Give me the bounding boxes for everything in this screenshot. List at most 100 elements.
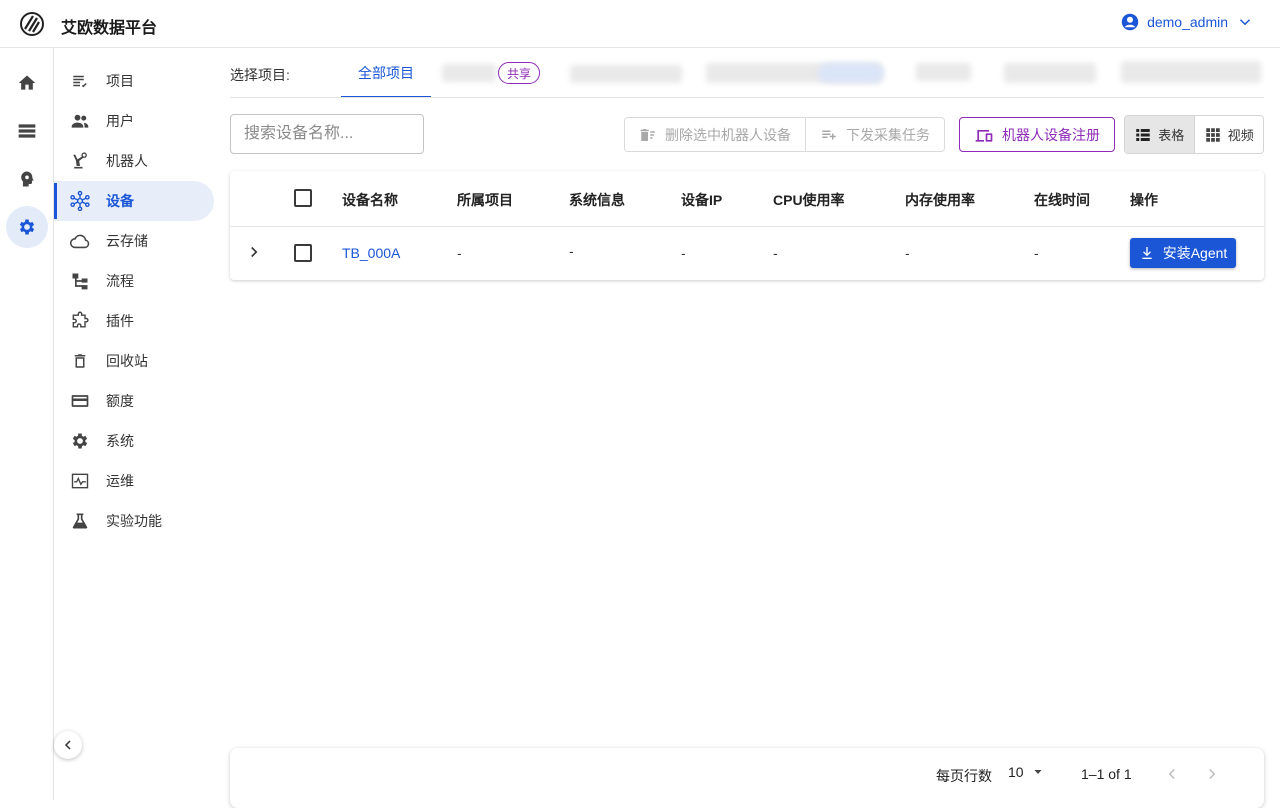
- rows-per-page-select[interactable]: 10: [1008, 764, 1044, 780]
- grid-view-icon: [1205, 127, 1220, 142]
- flask-icon: [68, 509, 92, 533]
- sidebar-item-devices[interactable]: 设备: [54, 181, 214, 221]
- top-bar: 艾欧数据平台 demo_admin: [0, 0, 1280, 48]
- column-header[interactable]: 设备IP: [681, 190, 722, 210]
- sidebar-item-label: 流程: [106, 273, 134, 289]
- column-header[interactable]: 在线时间: [1034, 190, 1090, 210]
- tab-project-redacted[interactable]: [442, 64, 496, 82]
- register-device-button[interactable]: 机器人设备注册: [959, 117, 1115, 152]
- column-header[interactable]: 系统信息: [569, 190, 625, 210]
- icon-rail: [0, 48, 54, 800]
- install-agent-label: 安装Agent: [1162, 245, 1228, 261]
- rail-home-button[interactable]: [6, 62, 48, 104]
- user-menu[interactable]: demo_admin: [1121, 13, 1254, 31]
- device-hub-icon: [68, 189, 92, 213]
- column-header[interactable]: 设备名称: [342, 190, 398, 210]
- rows-per-page-label: 每页行数: [936, 768, 992, 784]
- chevron-right-icon: [251, 246, 258, 258]
- sidebar-item-label: 系统: [106, 433, 134, 449]
- rail-storage-button[interactable]: [6, 110, 48, 152]
- sidebar-item-experimental[interactable]: 实验功能: [54, 501, 214, 541]
- app-logo-icon[interactable]: [20, 12, 44, 36]
- rail-ai-button[interactable]: [6, 158, 48, 200]
- select-all-checkbox[interactable]: [294, 189, 312, 207]
- sidebar-item-plugins[interactable]: 插件: [54, 301, 214, 341]
- device-online-cell: -: [1034, 245, 1039, 261]
- sidebar-item-label: 插件: [106, 313, 134, 329]
- sidebar-item-projects[interactable]: 项目: [54, 61, 214, 101]
- tab-project-redacted[interactable]: [570, 65, 682, 83]
- device-table: 设备名称 所属项目 系统信息 设备IP CPU使用率 内存使用率 在线时间 操作…: [230, 171, 1264, 280]
- sidebar-item-ops[interactable]: 运维: [54, 461, 214, 501]
- sidebar-item-quota[interactable]: 额度: [54, 381, 214, 421]
- sidebar-item-label: 项目: [106, 73, 134, 89]
- project-badge-redacted: [818, 63, 884, 83]
- view-table-button[interactable]: 表格: [1125, 116, 1194, 153]
- sidebar-item-cloud-storage[interactable]: 云存储: [54, 221, 214, 261]
- view-table-label: 表格: [1158, 128, 1185, 143]
- credit-card-icon: [68, 389, 92, 413]
- tab-all-projects[interactable]: 全部项目: [341, 50, 431, 98]
- side-nav: 项目 用户 机器人 设备 云存储 流程 插件 回收站 额度 系统 运维 实验功能: [54, 48, 220, 800]
- sidebar-item-label: 回收站: [106, 353, 148, 369]
- sidebar-item-recycle-bin[interactable]: 回收站: [54, 341, 214, 381]
- sidebar-item-system[interactable]: 系统: [54, 421, 214, 461]
- view-video-button[interactable]: 视频: [1193, 116, 1264, 153]
- column-header[interactable]: CPU使用率: [773, 190, 845, 210]
- page-range: 1–1 of 1: [1081, 766, 1132, 782]
- collapse-sidebar-button[interactable]: [54, 731, 82, 759]
- pagination-bar: 每页行数 10 1–1 of 1: [230, 748, 1264, 808]
- cloud-icon: [68, 229, 92, 253]
- sidebar-item-robots[interactable]: 机器人: [54, 141, 214, 181]
- column-header[interactable]: 内存使用率: [905, 190, 975, 210]
- playlist-add-icon: [822, 130, 836, 139]
- sidebar-item-users[interactable]: 用户: [54, 101, 214, 141]
- account-circle-icon: [1121, 13, 1139, 31]
- chevron-left-icon: [1168, 768, 1175, 780]
- register-device-label: 机器人设备注册: [1002, 126, 1100, 143]
- column-header: 操作: [1130, 192, 1158, 208]
- device-system-cell: -: [569, 243, 574, 259]
- delete-selected-button[interactable]: 删除选中机器人设备: [625, 118, 805, 151]
- install-agent-button[interactable]: 安装Agent: [1130, 238, 1236, 268]
- flow-icon: [68, 269, 92, 293]
- table-list-icon: [1136, 128, 1150, 141]
- share-badge: 共享: [498, 62, 541, 84]
- storage-icon: [18, 124, 36, 138]
- row-checkbox[interactable]: [294, 244, 312, 262]
- chevron-right-icon: [1209, 768, 1216, 780]
- project-select-label: 选择项目:: [230, 67, 290, 83]
- sidebar-item-label: 设备: [106, 193, 134, 209]
- next-page-button[interactable]: [1200, 762, 1224, 786]
- tab-project-redacted[interactable]: [916, 63, 971, 81]
- expand-row-button[interactable]: [244, 241, 264, 263]
- tab-project-redacted[interactable]: [1121, 61, 1261, 83]
- column-header[interactable]: 所属项目: [457, 190, 513, 210]
- rows-per-page-value: 10: [1008, 764, 1024, 780]
- delete-sweep-icon: [640, 128, 655, 141]
- delete-selected-label: 删除选中机器人设备: [665, 126, 791, 143]
- sidebar-item-label: 机器人: [106, 153, 148, 169]
- home-icon: [18, 75, 36, 90]
- sidebar-item-flows[interactable]: 流程: [54, 261, 214, 301]
- device-search-input[interactable]: [230, 114, 424, 154]
- device-project-cell: -: [457, 245, 462, 261]
- brain-icon: [21, 171, 34, 187]
- device-name-link[interactable]: TB_000A: [342, 245, 400, 261]
- device-memory-cell: -: [905, 245, 910, 261]
- sidebar-item-label: 用户: [106, 113, 134, 129]
- monitor-icon: [68, 469, 92, 493]
- previous-page-button[interactable]: [1160, 762, 1184, 786]
- rail-settings-button[interactable]: [6, 206, 48, 248]
- dispatch-task-button[interactable]: 下发采集任务: [805, 118, 944, 151]
- view-toggle: 表格 视频: [1124, 115, 1264, 154]
- gear-icon: [68, 429, 92, 453]
- devices-icon: [975, 129, 993, 142]
- tab-project-redacted[interactable]: [1004, 63, 1096, 83]
- dropdown-arrow-icon: [1034, 770, 1042, 774]
- settings-icon: [19, 219, 35, 235]
- bulk-action-group: 删除选中机器人设备 下发采集任务: [624, 117, 945, 152]
- dispatch-task-label: 下发采集任务: [846, 126, 930, 143]
- sidebar-item-label: 额度: [106, 393, 134, 409]
- tabs-divider: [230, 97, 1264, 98]
